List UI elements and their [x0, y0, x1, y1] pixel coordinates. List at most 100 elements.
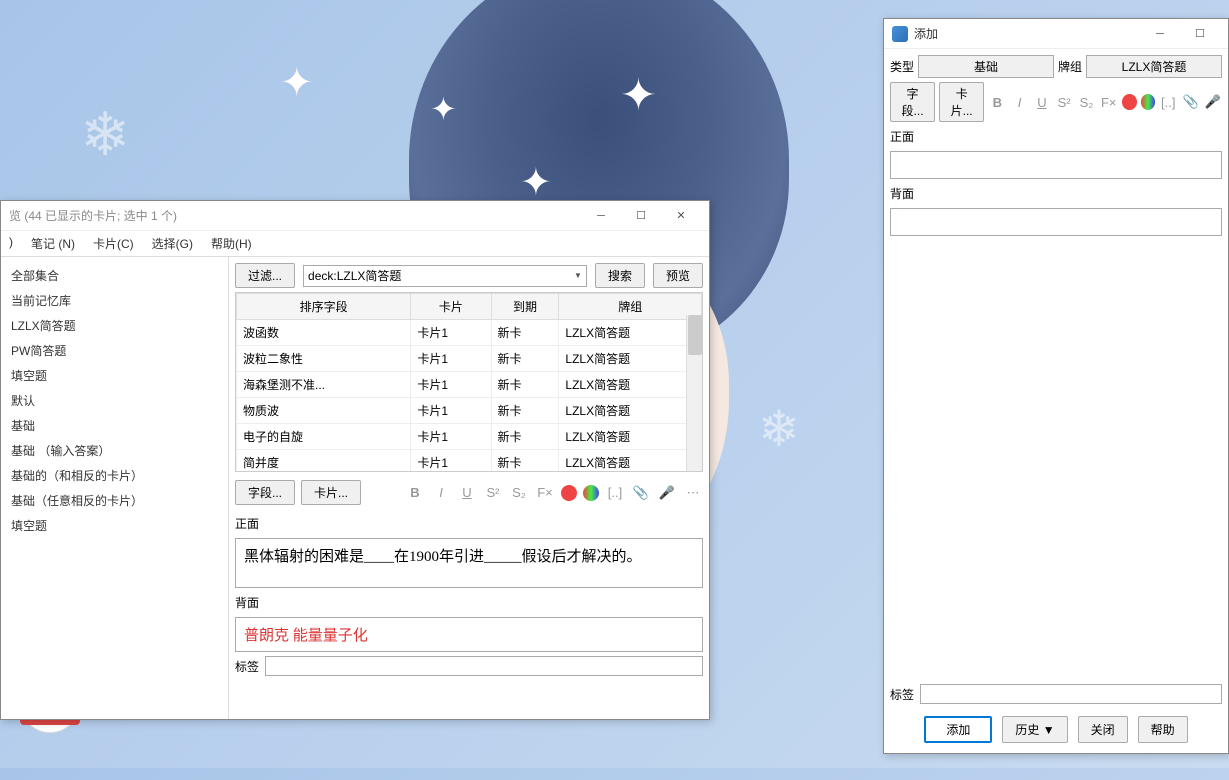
- cards-button[interactable]: 卡片...: [939, 82, 984, 122]
- sidebar-item[interactable]: LZLX简答题: [1, 313, 228, 338]
- underline-icon[interactable]: U: [457, 483, 477, 503]
- menu-item[interactable]: 卡片(C): [93, 235, 134, 252]
- table-scrollbar[interactable]: [686, 315, 702, 471]
- fields-button[interactable]: 字段...: [235, 480, 295, 505]
- tags-input[interactable]: [920, 684, 1222, 704]
- sidebar-item[interactable]: 填空题: [1, 513, 228, 538]
- attachment-icon[interactable]: 📎: [631, 483, 651, 503]
- close-button[interactable]: 关闭: [1078, 716, 1128, 743]
- add-titlebar[interactable]: 添加 ─ ☐: [884, 19, 1228, 49]
- underline-icon[interactable]: U: [1033, 92, 1051, 112]
- col-header[interactable]: 排序字段: [237, 294, 411, 320]
- cloze-icon[interactable]: [..]: [1159, 92, 1177, 112]
- deck-selector[interactable]: LZLX简答题: [1086, 55, 1222, 78]
- more-icon[interactable]: ⋯: [683, 483, 703, 503]
- front-field[interactable]: [890, 151, 1222, 179]
- sidebar-item[interactable]: 基础（任意相反的卡片）: [1, 488, 228, 513]
- superscript-icon[interactable]: S²: [1055, 92, 1073, 112]
- help-button[interactable]: 帮助: [1138, 716, 1188, 743]
- clear-format-icon[interactable]: F×: [535, 483, 555, 503]
- sidebar-item[interactable]: 基础: [1, 413, 228, 438]
- close-button[interactable]: ✕: [661, 202, 701, 230]
- table-cell: 新卡: [491, 424, 559, 450]
- search-button[interactable]: 搜索: [595, 263, 645, 288]
- table-row[interactable]: 物质波卡片1新卡LZLX简答题: [237, 398, 702, 424]
- clear-format-icon[interactable]: F×: [1100, 92, 1118, 112]
- history-button[interactable]: 历史 ▼: [1002, 716, 1067, 743]
- table-cell: 波粒二象性: [237, 346, 411, 372]
- col-header[interactable]: 到期: [491, 294, 559, 320]
- maximize-button[interactable]: ☐: [621, 202, 661, 230]
- fields-button[interactable]: 字段...: [890, 82, 935, 122]
- superscript-icon[interactable]: S²: [483, 483, 503, 503]
- add-window: 添加 ─ ☐ 类型 基础 牌组 LZLX简答题 字段... 卡片... B I …: [883, 18, 1229, 754]
- table-cell: 卡片1: [411, 320, 491, 346]
- add-button[interactable]: 添加: [924, 716, 992, 743]
- table-cell: 海森堡测不准...: [237, 372, 411, 398]
- table-cell: LZLX简答题: [559, 372, 702, 398]
- table-row[interactable]: 海森堡测不准...卡片1新卡LZLX简答题: [237, 372, 702, 398]
- sidebar-item[interactable]: 当前记忆库: [1, 288, 228, 313]
- back-field[interactable]: [890, 208, 1222, 236]
- chevron-down-icon: ▼: [574, 271, 582, 280]
- back-field[interactable]: 普朗克 能量量子化: [235, 617, 703, 652]
- menu-item[interactable]: 帮助(H): [211, 235, 252, 252]
- table-cell: 电子的自旋: [237, 424, 411, 450]
- bold-icon[interactable]: B: [988, 92, 1006, 112]
- subscript-icon[interactable]: S₂: [509, 483, 529, 503]
- browse-titlebar[interactable]: 览 (44 已显示的卡片; 选中 1 个) ─ ☐ ✕: [1, 201, 709, 231]
- cloze-icon[interactable]: [..]: [605, 483, 625, 503]
- menu-item[interactable]: 选择(G): [152, 235, 193, 252]
- type-selector[interactable]: 基础: [918, 55, 1054, 78]
- subscript-icon[interactable]: S₂: [1077, 92, 1095, 112]
- search-input[interactable]: deck:LZLX简答题 ▼: [303, 265, 587, 287]
- menu-item[interactable]: ): [9, 235, 13, 252]
- table-row[interactable]: 波粒二象性卡片1新卡LZLX简答题: [237, 346, 702, 372]
- microphone-icon[interactable]: 🎤: [1204, 92, 1222, 112]
- table-row[interactable]: 简并度卡片1新卡LZLX简答题: [237, 450, 702, 473]
- color-picker-icon[interactable]: [1141, 94, 1156, 110]
- sidebar-item[interactable]: 基础的（和相反的卡片）: [1, 463, 228, 488]
- sidebar-item[interactable]: 全部集合: [1, 263, 228, 288]
- add-title: 添加: [914, 25, 1140, 42]
- cards-table: 排序字段 卡片 到期 牌组 波函数卡片1新卡LZLX简答题波粒二象性卡片1新卡L…: [235, 292, 703, 472]
- table-cell: 新卡: [491, 346, 559, 372]
- microphone-icon[interactable]: 🎤: [657, 483, 677, 503]
- filter-button[interactable]: 过滤...: [235, 263, 295, 288]
- table-cell: 卡片1: [411, 398, 491, 424]
- minimize-button[interactable]: ─: [1140, 20, 1180, 48]
- sidebar-item[interactable]: 填空题: [1, 363, 228, 388]
- type-label: 类型: [890, 58, 914, 75]
- sidebar-item[interactable]: 默认: [1, 388, 228, 413]
- minimize-button[interactable]: ─: [581, 202, 621, 230]
- attachment-icon[interactable]: 📎: [1181, 92, 1199, 112]
- col-header[interactable]: 卡片: [411, 294, 491, 320]
- table-row[interactable]: 波函数卡片1新卡LZLX简答题: [237, 320, 702, 346]
- maximize-button[interactable]: ☐: [1180, 20, 1220, 48]
- preview-button[interactable]: 预览: [653, 263, 703, 288]
- front-label: 正面: [235, 513, 703, 534]
- browse-menubar: ) 笔记 (N) 卡片(C) 选择(G) 帮助(H): [1, 231, 709, 257]
- bold-icon[interactable]: B: [405, 483, 425, 503]
- table-cell: 新卡: [491, 320, 559, 346]
- table-cell: LZLX简答题: [559, 320, 702, 346]
- sidebar-item[interactable]: 基础 （输入答案）: [1, 438, 228, 463]
- sidebar-item[interactable]: PW简答题: [1, 338, 228, 363]
- table-cell: 物质波: [237, 398, 411, 424]
- tags-label: 标签: [890, 686, 914, 703]
- search-value: deck:LZLX简答题: [308, 267, 401, 284]
- menu-item[interactable]: 笔记 (N): [31, 235, 75, 252]
- table-row[interactable]: 电子的自旋卡片1新卡LZLX简答题: [237, 424, 702, 450]
- tags-input[interactable]: [265, 656, 703, 676]
- color-red-icon[interactable]: [1122, 94, 1137, 110]
- color-red-icon[interactable]: [561, 485, 577, 501]
- italic-icon[interactable]: I: [1010, 92, 1028, 112]
- back-label: 背面: [235, 592, 703, 613]
- front-field[interactable]: 黑体辐射的困难是____在1900年引进_____假设后才解决的。: [235, 538, 703, 588]
- col-header[interactable]: 牌组: [559, 294, 702, 320]
- scrollbar-thumb[interactable]: [688, 315, 702, 355]
- table-cell: 波函数: [237, 320, 411, 346]
- color-picker-icon[interactable]: [583, 485, 599, 501]
- cards-button[interactable]: 卡片...: [301, 480, 361, 505]
- italic-icon[interactable]: I: [431, 483, 451, 503]
